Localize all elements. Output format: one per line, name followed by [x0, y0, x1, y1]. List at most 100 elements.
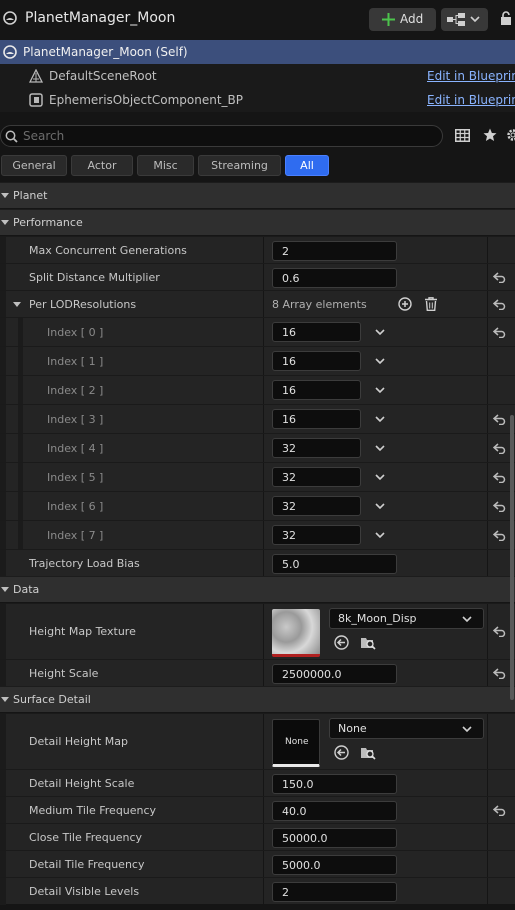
- component-label: PlanetManager_Moon (Self): [23, 45, 188, 59]
- expand-arrow-icon[interactable]: [13, 302, 21, 307]
- texture-thumbnail[interactable]: None: [272, 719, 320, 767]
- property-row-index: Index [ 7 ] 32: [0, 520, 515, 550]
- chevron-down-icon[interactable]: [375, 387, 385, 394]
- reset-to-default-icon[interactable]: [493, 299, 506, 310]
- blueprint-options-button[interactable]: [441, 8, 488, 31]
- use-selected-arrow-icon[interactable]: [334, 635, 349, 650]
- index-value-input[interactable]: 32: [272, 525, 361, 545]
- property-row-index: Index [ 0 ] 16: [0, 317, 515, 347]
- category-label: Planet: [13, 189, 48, 202]
- surface-value-input[interactable]: 150.0: [272, 774, 397, 794]
- property-row-surface: Detail Visible Levels 2: [0, 877, 515, 905]
- index-value-input[interactable]: 16: [272, 409, 361, 429]
- height-scale-input[interactable]: 2500000.0: [272, 664, 397, 684]
- edit-in-blueprint-link[interactable]: Edit in Blueprint: [427, 93, 515, 107]
- browse-asset-icon[interactable]: [360, 635, 376, 650]
- expand-arrow-icon: [1, 697, 9, 702]
- search-input[interactable]: [23, 127, 423, 145]
- chevron-down-icon: [470, 16, 480, 23]
- tab-actor[interactable]: Actor: [71, 155, 133, 176]
- index-value-input[interactable]: 16: [272, 380, 361, 400]
- chevron-down-icon[interactable]: [375, 445, 385, 452]
- property-label: Per LODResolutions: [29, 298, 137, 311]
- detail-map-asset-combo[interactable]: None: [329, 718, 484, 739]
- chevron-down-icon[interactable]: [375, 416, 385, 423]
- details-title-bar: PlanetManager_Moon Add: [0, 0, 515, 38]
- reset-to-default-icon[interactable]: [493, 805, 506, 816]
- texture-thumbnail[interactable]: [272, 609, 320, 657]
- tab-all[interactable]: All: [285, 155, 329, 176]
- category-planet[interactable]: Planet: [0, 182, 515, 208]
- property-row-surface: Close Tile Frequency 50000.0: [0, 823, 515, 851]
- tab-streaming[interactable]: Streaming: [198, 155, 281, 176]
- split-distance-input[interactable]: 0.6: [272, 268, 397, 288]
- reset-to-default-icon[interactable]: [493, 414, 506, 425]
- add-component-button[interactable]: Add: [369, 8, 436, 31]
- surface-value-input[interactable]: 50000.0: [272, 828, 397, 848]
- property-row-detail-height-map: Detail Height Map None None: [0, 713, 515, 770]
- category-label: Data: [13, 583, 40, 596]
- surface-value-input[interactable]: 2: [272, 882, 397, 902]
- chevron-down-icon[interactable]: [375, 532, 385, 539]
- property-matrix-icon[interactable]: [455, 129, 470, 142]
- edit-in-blueprint-link[interactable]: Edit in Blueprint: [427, 69, 515, 83]
- property-row-height-map: Height Map Texture 8k_Moon_Disp: [0, 603, 515, 660]
- chevron-down-icon[interactable]: [375, 474, 385, 481]
- category-performance[interactable]: Performance: [0, 209, 515, 235]
- index-label: Index [ 2 ]: [47, 384, 104, 397]
- reset-to-default-icon[interactable]: [493, 443, 506, 454]
- category-data[interactable]: Data: [0, 576, 515, 602]
- search-icon: [5, 130, 18, 143]
- property-row-index: Index [ 6 ] 32: [0, 491, 515, 521]
- details-scrollbar[interactable]: [510, 415, 514, 700]
- index-value-input[interactable]: 16: [272, 351, 361, 371]
- chevron-down-icon[interactable]: [375, 358, 385, 365]
- settings-gear-icon[interactable]: [506, 128, 515, 142]
- add-label: Add: [400, 12, 424, 26]
- search-box[interactable]: [0, 125, 443, 147]
- reset-to-default-icon[interactable]: [493, 272, 506, 283]
- surface-value-input[interactable]: 40.0: [272, 801, 397, 821]
- reset-to-default-icon[interactable]: [493, 668, 506, 679]
- tab-misc[interactable]: Misc: [137, 155, 194, 176]
- expand-arrow-icon: [1, 587, 9, 592]
- reset-to-default-icon[interactable]: [493, 501, 506, 512]
- plus-icon: [382, 13, 395, 26]
- index-label: Index [ 1 ]: [47, 355, 104, 368]
- property-label: Detail Height Scale: [29, 777, 135, 790]
- trajectory-input[interactable]: 5.0: [272, 554, 397, 574]
- delete-trash-icon[interactable]: [425, 297, 437, 311]
- hierarchy-icon: [447, 13, 465, 26]
- property-row-index: Index [ 4 ] 32: [0, 433, 515, 463]
- index-value-input[interactable]: 32: [272, 467, 361, 487]
- add-element-icon[interactable]: [398, 297, 412, 311]
- browse-asset-icon[interactable]: [360, 745, 376, 760]
- component-row-self[interactable]: PlanetManager_Moon (Self): [0, 40, 515, 64]
- category-surface-detail[interactable]: Surface Detail: [0, 686, 515, 712]
- component-icon: [29, 93, 43, 107]
- reset-to-default-icon[interactable]: [493, 472, 506, 483]
- category-label: Surface Detail: [13, 693, 91, 706]
- height-map-asset-combo[interactable]: 8k_Moon_Disp: [329, 608, 484, 629]
- index-value-input[interactable]: 32: [272, 438, 361, 458]
- index-label: Index [ 4 ]: [47, 442, 104, 455]
- max-concurrent-input[interactable]: 2: [272, 241, 397, 261]
- lock-icon[interactable]: [500, 11, 514, 25]
- component-row-ephemeris[interactable]: EphemerisObjectComponent_BP Edit in Blue…: [0, 88, 515, 112]
- tab-general[interactable]: General: [1, 155, 67, 176]
- favorites-star-icon[interactable]: [483, 128, 497, 142]
- index-value-input[interactable]: 16: [272, 322, 361, 342]
- chevron-down-icon[interactable]: [375, 329, 385, 336]
- reset-to-default-icon[interactable]: [493, 530, 506, 541]
- use-selected-arrow-icon[interactable]: [334, 745, 349, 760]
- component-row-scene-root[interactable]: DefaultSceneRoot Edit in Blueprint: [0, 64, 515, 88]
- reset-to-default-icon[interactable]: [493, 626, 506, 637]
- property-row-surface: Detail Tile Frequency 5000.0: [0, 850, 515, 878]
- reset-to-default-icon[interactable]: [493, 327, 506, 338]
- surface-value-input[interactable]: 5000.0: [272, 855, 397, 875]
- property-row-index: Index [ 3 ] 16: [0, 404, 515, 434]
- property-row-per-lod: Per LODResolutions 8 Array elements: [0, 290, 515, 318]
- chevron-down-icon[interactable]: [375, 503, 385, 510]
- index-value-input[interactable]: 32: [272, 496, 361, 516]
- property-row-index: Index [ 5 ] 32: [0, 462, 515, 492]
